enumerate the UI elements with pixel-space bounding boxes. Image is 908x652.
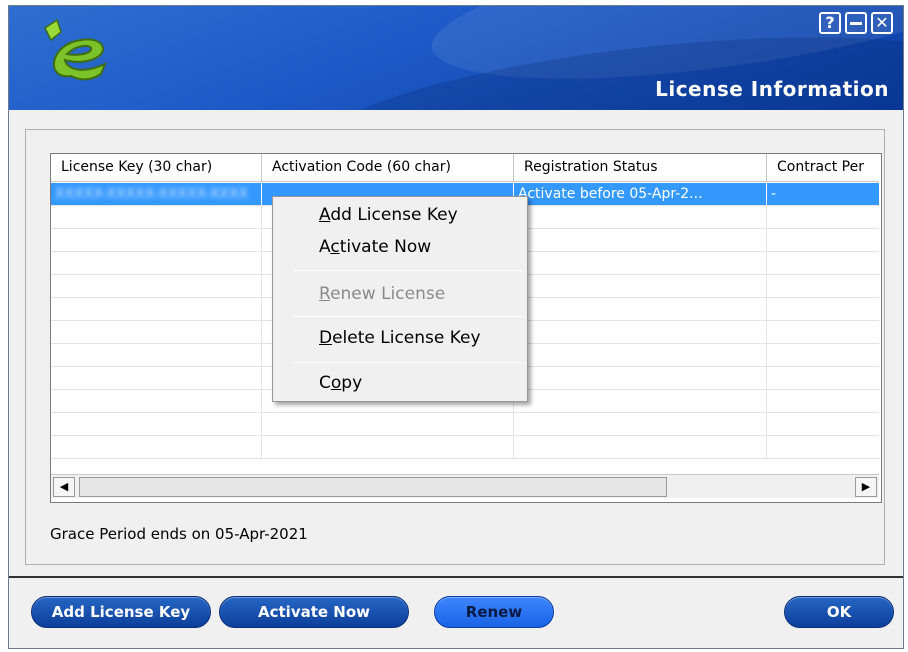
footer-divider — [9, 576, 903, 578]
accelerator-key: R — [319, 284, 331, 304]
menu-item-copy[interactable]: Copy — [319, 373, 362, 393]
renew-button[interactable]: Renew — [434, 596, 554, 628]
column-header-contract-period[interactable]: Contract Per — [767, 154, 879, 182]
column-header-license-key[interactable]: License Key (30 char) — [51, 154, 262, 182]
accelerator-key: o — [330, 373, 342, 393]
scroll-right-icon[interactable]: ▶ — [855, 477, 877, 497]
registration-status-cell[interactable]: Activate before 05-Apr-2... — [514, 183, 767, 205]
add-license-key-button[interactable]: Add License Key — [31, 596, 211, 628]
activate-now-button[interactable]: Activate Now — [219, 596, 409, 628]
menu-item-activate-now[interactable]: Activate Now — [319, 237, 431, 257]
license-key-value: XXXXX-XXXXX-XXXXX-XXXX — [55, 186, 249, 202]
menu-separator — [293, 316, 523, 317]
column-header-activation-code[interactable]: Activation Code (60 char) — [262, 154, 514, 182]
menu-separator — [293, 362, 523, 363]
scroll-left-icon[interactable]: ◀ — [53, 477, 75, 497]
close-button[interactable]: ✕ — [871, 12, 893, 34]
menu-item-delete-license-key[interactable]: Delete License Key — [319, 328, 481, 348]
license-key-cell[interactable]: XXXXX-XXXXX-XXXXX-XXXX — [51, 183, 262, 205]
table-row[interactable] — [51, 413, 879, 436]
grace-period-text: Grace Period ends on 05-Apr-2021 — [50, 525, 308, 543]
ok-button[interactable]: OK — [784, 596, 894, 628]
menu-item-add-license-key[interactable]: Add License Key — [319, 205, 458, 225]
minimize-button[interactable] — [845, 12, 867, 34]
accelerator-key: c — [330, 237, 340, 257]
menu-item-renew-license: Renew License — [319, 284, 446, 304]
context-menu: Add License Key Activate Now Renew Licen… — [272, 196, 528, 402]
table-row[interactable] — [51, 436, 879, 459]
horizontal-scrollbar[interactable]: ◀ ▶ — [51, 474, 879, 498]
accelerator-key: A — [319, 205, 331, 225]
table-header: License Key (30 char) Activation Code (6… — [51, 154, 879, 182]
column-header-registration-status[interactable]: Registration Status — [514, 154, 767, 182]
contract-period-cell[interactable]: - — [767, 183, 879, 205]
window-title: License Information — [655, 77, 889, 101]
help-button[interactable]: ? — [819, 12, 841, 34]
menu-separator — [293, 270, 523, 271]
window-header: ? ✕ License Information — [9, 6, 903, 110]
e-logo-icon — [44, 18, 107, 81]
accelerator-key: D — [319, 328, 333, 348]
scroll-thumb[interactable] — [79, 477, 667, 497]
